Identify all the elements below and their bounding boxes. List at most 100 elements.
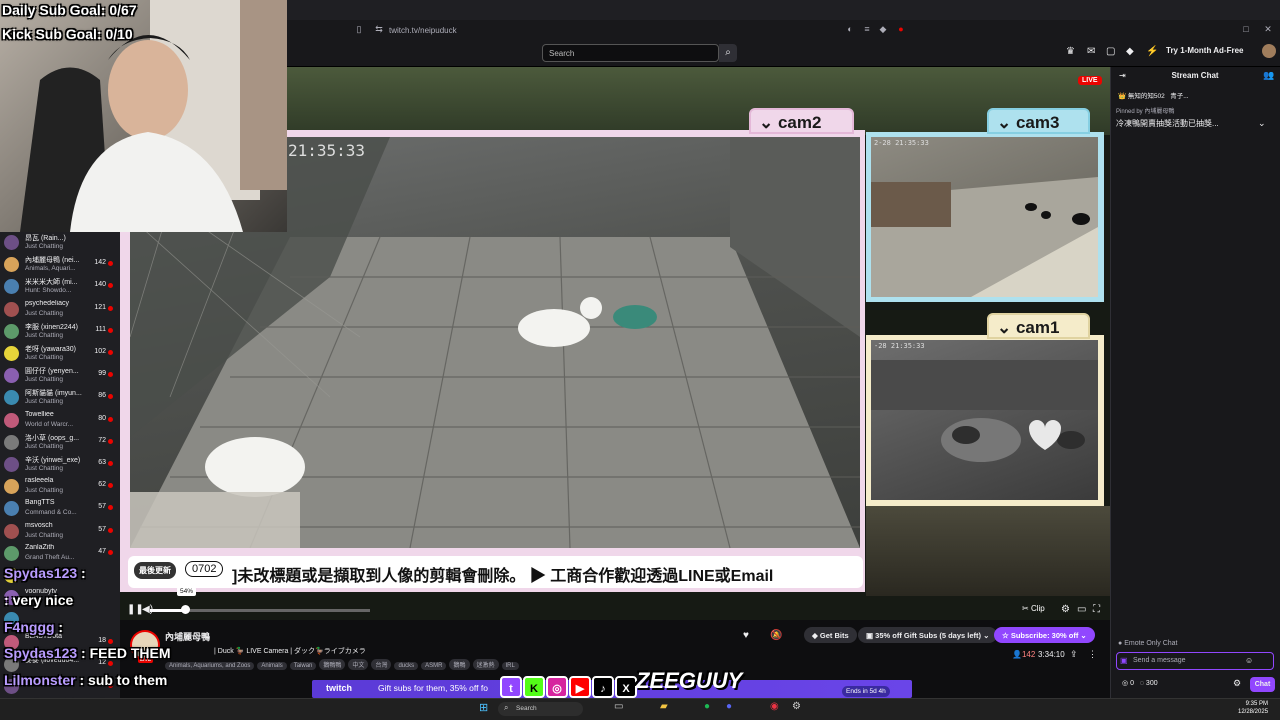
inbox-icon[interactable]: ✉: [1087, 46, 1095, 57]
sidebar-channel-item[interactable]: 辛沃 (yinwei_exe) Just Chatting 63: [4, 454, 116, 476]
stream-tag[interactable]: 鵝鴨: [449, 659, 470, 670]
sidebar-channel-item[interactable]: msvosch Just Chatting 57: [4, 521, 116, 543]
notification-icon[interactable]: ●: [896, 24, 906, 34]
cam1-timestamp: -28 21:35:33: [874, 342, 925, 350]
channel-game: Hunt: Showdo...: [25, 287, 72, 295]
stream-tag[interactable]: Animals, Aquariums, and Zoos: [165, 662, 255, 670]
get-bits-button[interactable]: ◆ Get Bits: [804, 627, 857, 643]
notification-bell-icon[interactable]: 🔕: [770, 630, 782, 641]
more-options-icon[interactable]: ⋮: [1088, 649, 1097, 660]
channel-avatar: [4, 368, 19, 384]
stream-tag[interactable]: ASMR: [421, 662, 447, 670]
live-dot: [108, 305, 113, 311]
daily-sub-goal: Daily Sub Goal: 0/67: [2, 2, 137, 18]
stream-tag[interactable]: 中文: [348, 659, 369, 670]
sidebar-channel-item[interactable]: 米米米大師 (mi... Hunt: Showdo... 140: [4, 276, 116, 298]
stream-tag[interactable]: Taiwan: [289, 662, 317, 670]
windows-start-icon[interactable]: ⊞: [479, 701, 488, 714]
reader-icon[interactable]: ≡: [862, 24, 872, 34]
chat-users-icon[interactable]: 👥: [1263, 70, 1274, 81]
stream-tag[interactable]: Animals: [257, 662, 287, 670]
sidebar-channel-item[interactable]: 阿斯貓貓 (imyun... Just Chatting 86: [4, 387, 116, 409]
sidebar-channel-item[interactable]: 昂瓦 (Rain...) Just Chatting: [4, 232, 116, 254]
url-text[interactable]: twitch.tv/neipuduck: [389, 26, 457, 35]
channel-avatar: [4, 523, 19, 539]
overlay-chat-separator: :: [4, 592, 13, 608]
sidebar-channel-item[interactable]: 內埔麗母鴨 (nei... Animals, Aquari... 142: [4, 254, 116, 276]
channel-viewers: 18: [98, 636, 106, 644]
channel-avatar: [4, 257, 19, 273]
cam3-label-text: cam3: [1015, 113, 1060, 132]
settings-icon[interactable]: ⚙: [1061, 604, 1070, 615]
stream-tag[interactable]: ducks: [394, 662, 419, 670]
share-icon[interactable]: ⇪: [1070, 649, 1078, 660]
chat-settings-icon[interactable]: ⚙: [1233, 678, 1241, 689]
channel-name: psychedeliacy: [25, 299, 69, 307]
channel-viewers: 62: [98, 481, 106, 489]
file-explorer-icon[interactable]: ▰: [660, 701, 668, 712]
taskbar-clock: 9:35 PM 12/28/2025: [1238, 700, 1268, 716]
bits-icon[interactable]: ◆: [1126, 46, 1134, 57]
points-value-2: 300: [1145, 680, 1158, 687]
stream-tag[interactable]: 台灣: [371, 659, 392, 670]
overlay-chat-message: Spydas123 :: [4, 565, 86, 581]
extension-icon[interactable]: ◐: [845, 24, 855, 34]
emote-picker-icon[interactable]: ☺: [1245, 656, 1253, 665]
sidebar-channel-item[interactable]: psychedeliacy Just Chatting 121: [4, 299, 116, 321]
search-input[interactable]: Search: [542, 44, 719, 62]
close-window-icon[interactable]: ✕: [1263, 24, 1273, 34]
chat-header: Stream Chat: [1171, 71, 1219, 80]
channel-avatar: [4, 390, 19, 406]
sidebar-channel-item[interactable]: 洛小草 (oops_g... Just Chatting 72: [4, 432, 116, 454]
search-icon[interactable]: ⌕: [719, 44, 737, 62]
avatar[interactable]: [1262, 44, 1276, 58]
sidebar-channel-item[interactable]: BangTTS Command & Co... 57: [4, 498, 116, 520]
chat-send-button[interactable]: Chat: [1250, 677, 1275, 692]
sidebar-channel-item[interactable]: rasleeela Just Chatting 62: [4, 476, 116, 498]
badge-icon[interactable]: ▣: [1120, 656, 1128, 665]
clip-button[interactable]: ✂ Clip: [1022, 604, 1045, 613]
live-dot: [108, 438, 113, 444]
overlay-chat-user: Spydas123: [4, 565, 78, 581]
live-dot: [108, 505, 113, 511]
discord-icon[interactable]: ●: [726, 701, 732, 712]
cam2-timestamp: 21:35:33: [288, 141, 366, 160]
stream-tag[interactable]: 迷激熱: [472, 659, 499, 670]
cam3-feed: 2-28 21:35:33: [871, 137, 1098, 297]
task-view-icon[interactable]: ▭: [614, 701, 623, 712]
shield-icon[interactable]: ◆: [878, 24, 888, 34]
volume-handle[interactable]: [181, 605, 190, 614]
channel-viewers: 102: [94, 348, 106, 355]
twitch-icon: t: [500, 676, 522, 698]
duck-head: [580, 297, 602, 319]
channel-points[interactable]: ◎ 0 ◌ 300: [1122, 679, 1158, 687]
taskbar-search[interactable]: Search: [498, 702, 583, 716]
cam2-label: ⌄ cam2: [749, 108, 854, 134]
stream-tag[interactable]: 鵝鴨鴨: [319, 659, 346, 670]
prime-icon[interactable]: ♛: [1066, 46, 1075, 57]
pinned-message[interactable]: Pinned by 內埔麗母鴨 冷凍鴨開賣抽獎活動已抽獎...: [1116, 106, 1274, 136]
brand-signature: ZEEGUUY: [636, 668, 743, 693]
follow-heart-icon[interactable]: ♥: [743, 630, 749, 641]
sidebar-channel-item[interactable]: ZanlaZith Grand Theft Au... 47: [4, 543, 116, 565]
chrome-icon[interactable]: ◉: [770, 701, 779, 712]
ends-in-badge: Ends in 5d 4h: [842, 686, 890, 697]
sidebar-channel-item[interactable]: 老呀 (yawara30) Just Chatting 102: [4, 343, 116, 365]
turbo-icon[interactable]: ⚡: [1146, 46, 1158, 57]
fullscreen-icon[interactable]: ⛶: [1093, 604, 1100, 615]
sidebar-channel-item[interactable]: 李服 (xinen2244) Just Chatting 111: [4, 321, 116, 343]
spotify-icon[interactable]: ●: [704, 701, 710, 712]
sidebar-channel-item[interactable]: Towelliee World of Warcr... 80: [4, 410, 116, 432]
bookmark-icon[interactable]: ▯: [354, 24, 364, 34]
subscribe-button[interactable]: ☆ Subscribe: 30% off ⌄: [994, 627, 1095, 643]
chevron-down-icon[interactable]: ⌄: [1258, 118, 1266, 129]
whispers-icon[interactable]: ▢: [1106, 46, 1115, 57]
sidebar-channel-item[interactable]: 圓仔仔 (yenyen... Just Chatting 99: [4, 365, 116, 387]
theatre-mode-icon[interactable]: ▭: [1077, 604, 1086, 615]
ad-free-button[interactable]: Try 1-Month Ad-Free: [1166, 46, 1243, 55]
gift-subs-button[interactable]: ▣ 35% off Gift Subs (5 days left) ⌄: [858, 627, 998, 643]
channel-name[interactable]: 內埔麗母鴨: [165, 630, 210, 643]
settings-app-icon[interactable]: ⚙: [792, 701, 801, 712]
site-settings-icon[interactable]: ⇆: [374, 24, 384, 34]
restore-window-icon[interactable]: □: [1241, 24, 1251, 34]
